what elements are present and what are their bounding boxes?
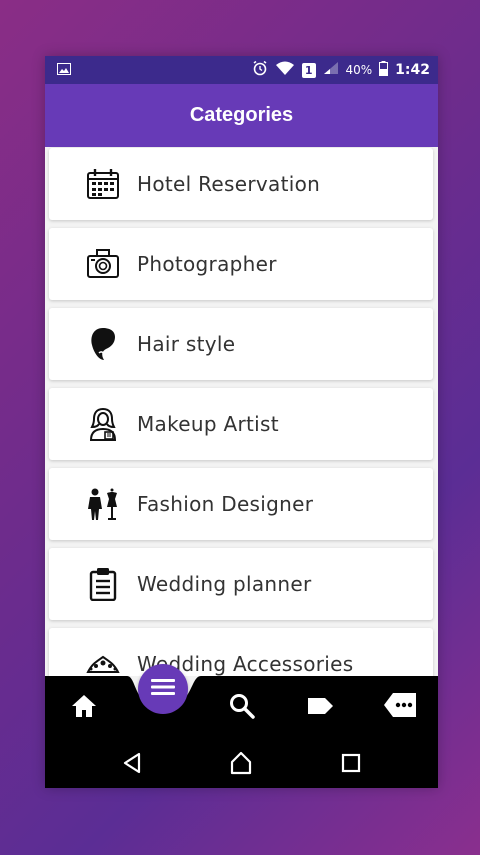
category-item-fashion-designer[interactable]: Fashion Designer: [49, 468, 433, 540]
mannequin-icon: [83, 484, 123, 524]
category-item-wedding-planner[interactable]: Wedding planner: [49, 548, 433, 620]
menu-icon: [151, 677, 175, 701]
phone-screen: 1 40% 1:42 Categories Hotel Reservation: [45, 56, 438, 788]
category-label: Fashion Designer: [137, 492, 314, 516]
battery-percent: 40%: [345, 63, 373, 77]
sim-badge: 1: [301, 62, 316, 78]
alarm-icon: [252, 60, 268, 80]
makeup-artist-icon: [83, 404, 123, 444]
category-label: Hotel Reservation: [137, 172, 321, 196]
hair-icon: [83, 324, 123, 364]
category-label: Wedding planner: [137, 572, 312, 596]
home-icon[interactable]: [67, 690, 101, 722]
calendar-icon: [83, 164, 123, 204]
home-outline-icon[interactable]: [228, 750, 254, 776]
image-notification-icon: [57, 63, 71, 79]
menu-fab-button[interactable]: [138, 664, 188, 714]
wifi-icon: [275, 60, 295, 80]
category-label: Hair style: [137, 332, 236, 356]
tag-icon[interactable]: [303, 690, 337, 722]
category-item-makeup-artist[interactable]: Makeup Artist: [49, 388, 433, 460]
more-icon[interactable]: [380, 688, 420, 722]
category-item-photographer[interactable]: Photographer: [49, 228, 433, 300]
bottom-navigation-bar: [45, 676, 438, 736]
recents-icon[interactable]: [338, 750, 364, 776]
battery-icon: [379, 60, 389, 80]
category-label: Photographer: [137, 252, 277, 276]
camera-icon: [83, 244, 123, 284]
clipboard-icon: [83, 564, 123, 604]
app-bar: Categories: [45, 84, 438, 147]
search-icon[interactable]: [225, 690, 259, 722]
category-label: Makeup Artist: [137, 412, 279, 436]
category-item-hair-style[interactable]: Hair style: [49, 308, 433, 380]
page-title: Categories: [189, 104, 294, 126]
category-item-hotel-reservation[interactable]: Hotel Reservation: [49, 148, 433, 220]
system-navigation-bar: [45, 736, 438, 788]
signal-icon: [323, 61, 339, 79]
status-bar: 1 40% 1:42: [45, 56, 438, 84]
back-icon[interactable]: [119, 750, 145, 776]
clock-time: 1:42: [395, 62, 430, 78]
